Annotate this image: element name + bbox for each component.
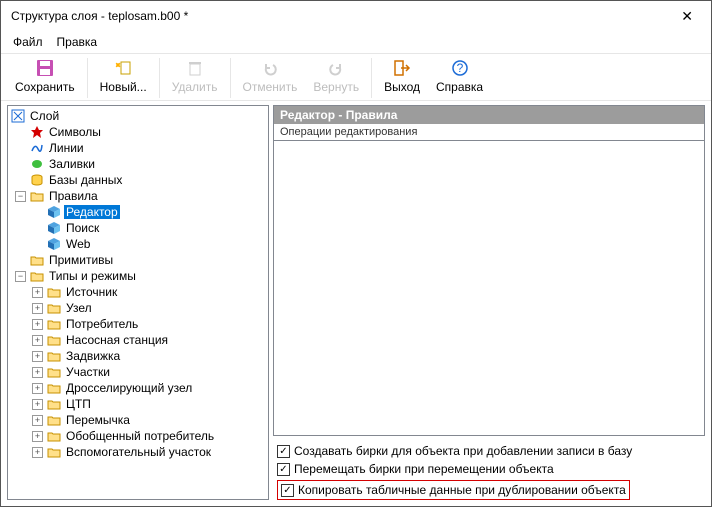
folder-icon	[46, 396, 62, 412]
expand-icon[interactable]: +	[32, 431, 43, 442]
folder-open-icon	[29, 188, 45, 204]
expand-icon[interactable]: +	[32, 447, 43, 458]
folder-icon	[46, 332, 62, 348]
expand-icon[interactable]: +	[32, 415, 43, 426]
window-title: Структура слоя - teplosam.b00 *	[11, 9, 671, 23]
checkbox-create-tags[interactable]: ✓ Создавать бирки для объекта при добавл…	[277, 444, 701, 458]
tree-databases[interactable]: Базы данных	[10, 172, 266, 188]
checkbox-icon: ✓	[277, 463, 290, 476]
tree-symbols[interactable]: Символы	[10, 124, 266, 140]
save-icon	[36, 58, 54, 78]
folder-icon	[46, 348, 62, 364]
folder-icon	[46, 412, 62, 428]
collapse-icon[interactable]: −	[15, 191, 26, 202]
tree-fills[interactable]: Заливки	[10, 156, 266, 172]
tree-primitives[interactable]: Примитивы	[10, 252, 266, 268]
editor-panel: Редактор - Правила Операции редактирован…	[273, 105, 705, 500]
tree-ctp[interactable]: +ЦТП	[10, 396, 266, 412]
tree-throttle[interactable]: +Дросселирующий узел	[10, 380, 266, 396]
tree-src[interactable]: +Источник	[10, 284, 266, 300]
expand-icon[interactable]: +	[32, 367, 43, 378]
expand-icon[interactable]: +	[32, 383, 43, 394]
menu-edit[interactable]: Правка	[57, 35, 98, 49]
tree-panel: Слой Символы Линии Заливки Базы данных −…	[7, 105, 269, 500]
expand-icon[interactable]: +	[32, 303, 43, 314]
expand-icon[interactable]: +	[32, 335, 43, 346]
folder-icon	[46, 364, 62, 380]
fill-icon	[29, 156, 45, 172]
folder-icon	[46, 316, 62, 332]
expand-icon[interactable]: +	[32, 287, 43, 298]
cube-icon	[46, 236, 62, 252]
tree-aux[interactable]: +Вспомогательный участок	[10, 444, 266, 460]
layer-icon	[10, 108, 26, 124]
exit-icon	[393, 58, 411, 78]
save-button[interactable]: Сохранить	[7, 56, 83, 96]
redo-icon	[327, 58, 345, 78]
cube-icon	[46, 204, 62, 220]
folder-icon	[29, 252, 45, 268]
folder-open-icon	[29, 268, 45, 284]
help-button[interactable]: ? Справка	[428, 56, 491, 96]
menubar: Файл Правка	[1, 31, 711, 53]
close-icon[interactable]: ✕	[671, 4, 703, 29]
folder-icon	[46, 380, 62, 396]
tree-pump[interactable]: +Насосная станция	[10, 332, 266, 348]
tree-gen-consumer[interactable]: +Обобщенный потребитель	[10, 428, 266, 444]
tree-search[interactable]: Поиск	[10, 220, 266, 236]
tree-web[interactable]: Web	[10, 236, 266, 252]
svg-text:?: ?	[456, 61, 463, 75]
expand-icon[interactable]: +	[32, 399, 43, 410]
panel-header: Редактор - Правила	[274, 106, 704, 124]
redo-button: Вернуть	[305, 56, 367, 96]
new-button[interactable]: Новый...	[92, 56, 155, 96]
menu-file[interactable]: Файл	[13, 35, 43, 49]
delete-icon	[186, 58, 204, 78]
titlebar: Структура слоя - teplosam.b00 * ✕	[1, 1, 711, 31]
undo-button: Отменить	[235, 56, 306, 96]
cube-icon	[46, 220, 62, 236]
tree[interactable]: Слой Символы Линии Заливки Базы данных −…	[8, 106, 268, 499]
checkbox-move-tags[interactable]: ✓ Перемещать бирки при перемещении объек…	[277, 462, 701, 476]
expand-icon[interactable]: +	[32, 351, 43, 362]
tree-node[interactable]: +Узел	[10, 300, 266, 316]
help-icon: ?	[451, 58, 469, 78]
folder-icon	[46, 428, 62, 444]
folder-icon	[46, 284, 62, 300]
folder-icon	[46, 444, 62, 460]
collapse-icon[interactable]: −	[15, 271, 26, 282]
toolbar: Сохранить Новый... Удалить Отменить Верн…	[1, 53, 711, 101]
tree-root[interactable]: Слой	[10, 108, 266, 124]
tree-types[interactable]: −Типы и режимы	[10, 268, 266, 284]
exit-button[interactable]: Выход	[376, 56, 428, 96]
tree-rules[interactable]: −Правила	[10, 188, 266, 204]
folder-icon	[46, 300, 62, 316]
tree-editor[interactable]: Редактор	[10, 204, 266, 220]
line-icon	[29, 140, 45, 156]
tree-jumper[interactable]: +Перемычка	[10, 412, 266, 428]
database-icon	[29, 172, 45, 188]
undo-icon	[261, 58, 279, 78]
expand-icon[interactable]: +	[32, 319, 43, 330]
new-icon	[114, 58, 132, 78]
section-operations: Операции редактирования	[274, 124, 704, 141]
checkbox-copy-data[interactable]: ✓ Копировать табличные данные при дублир…	[281, 483, 626, 497]
delete-button: Удалить	[164, 56, 226, 96]
highlighted-option: ✓ Копировать табличные данные при дублир…	[277, 480, 630, 500]
checkbox-icon: ✓	[281, 484, 294, 497]
star-icon	[29, 124, 45, 140]
tree-sections[interactable]: +Участки	[10, 364, 266, 380]
checkbox-icon: ✓	[277, 445, 290, 458]
tree-valve[interactable]: +Задвижка	[10, 348, 266, 364]
tree-lines[interactable]: Линии	[10, 140, 266, 156]
tree-consumer[interactable]: +Потребитель	[10, 316, 266, 332]
